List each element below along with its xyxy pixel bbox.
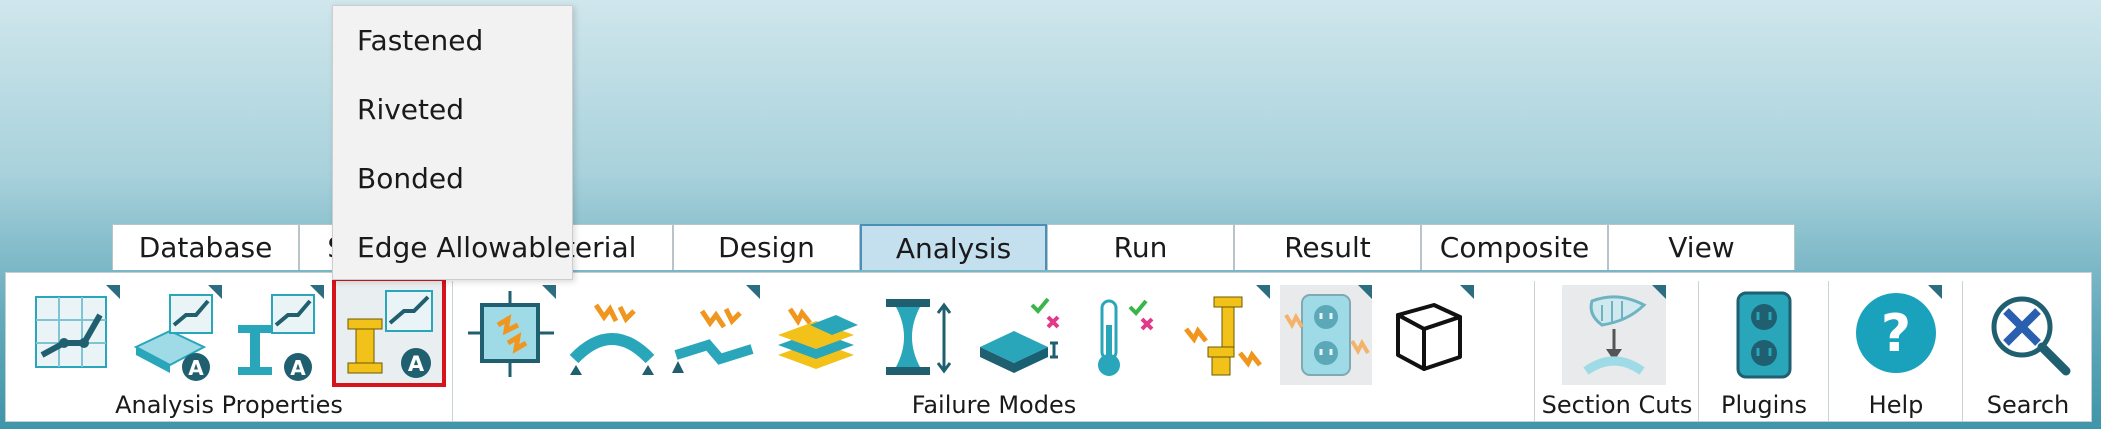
tab-composite[interactable]: Composite	[1421, 224, 1608, 270]
menu-item-bonded[interactable]: Bonded	[357, 162, 464, 195]
svg-text:?: ?	[1881, 304, 1911, 364]
beam-analysis-button[interactable]: A	[232, 285, 324, 385]
joint-failure-button[interactable]	[1178, 285, 1270, 385]
plate-check-button[interactable]	[974, 285, 1066, 385]
tab-analysis[interactable]: Analysis	[860, 224, 1047, 270]
beam-analysis-icon: A	[238, 294, 315, 381]
laminate-icon	[778, 307, 858, 369]
help-button[interactable]: ?	[1850, 285, 1942, 385]
panel-buckling-button[interactable]	[464, 285, 556, 385]
thermal-button[interactable]	[1076, 285, 1168, 385]
tab-result[interactable]: Result	[1234, 224, 1421, 270]
help-icon: ?	[1856, 293, 1936, 373]
search-icon	[1991, 296, 2071, 376]
group-label-plugins: Plugins	[1721, 391, 1807, 419]
group-separator	[1962, 281, 1963, 421]
joint-type-dropdown-menu: Fastened Riveted Bonded Edge Allowable	[332, 5, 573, 280]
curved-panel-icon	[569, 303, 655, 375]
group-label-help: Help	[1868, 391, 1924, 419]
tab-design[interactable]: Design	[673, 224, 860, 270]
group-label-analysis-properties: Analysis Properties	[115, 391, 343, 419]
plug-failure-button[interactable]	[1280, 285, 1372, 385]
group-failure-modes: Failure Modes	[454, 273, 1534, 423]
crippling-icon	[672, 307, 754, 373]
group-label-section-cuts: Section Cuts	[1541, 391, 1693, 419]
joint-failure-icon	[1184, 296, 1262, 376]
tab-run[interactable]: Run	[1047, 224, 1234, 270]
svg-text:A: A	[290, 356, 306, 380]
crippling-button[interactable]	[668, 285, 760, 385]
box-button[interactable]	[1382, 285, 1474, 385]
group-separator	[1534, 281, 1535, 421]
group-label-search: Search	[1986, 391, 2070, 419]
tab-view[interactable]: View	[1608, 224, 1795, 270]
analysis-graph-button[interactable]	[28, 285, 120, 385]
joint-analysis-icon: A	[347, 290, 433, 378]
svg-text:A: A	[188, 356, 204, 380]
plugins-button[interactable]	[1718, 285, 1810, 385]
group-search: Search	[1964, 273, 2092, 423]
laminate-button[interactable]	[770, 285, 862, 385]
panel-buckling-icon	[468, 291, 554, 377]
joint-analysis-button[interactable]: A	[332, 277, 446, 387]
group-separator	[1828, 281, 1829, 421]
column-button[interactable]	[872, 285, 964, 385]
section-cuts-button[interactable]	[1562, 285, 1666, 385]
thermal-icon	[1098, 299, 1154, 376]
section-cuts-icon	[1583, 295, 1647, 375]
group-section-cuts: Section Cuts	[1536, 273, 1698, 423]
tab-database[interactable]: Database	[112, 224, 299, 270]
plugins-icon	[1736, 291, 1792, 379]
group-help: ? Help	[1830, 273, 1962, 423]
group-plugins: Plugins	[1700, 273, 1828, 423]
curved-panel-button[interactable]	[566, 285, 658, 385]
group-separator	[1698, 281, 1699, 421]
box-icon	[1396, 303, 1462, 371]
menu-item-riveted[interactable]: Riveted	[357, 93, 464, 126]
group-analysis-properties: A A A Analysis Properties	[6, 273, 452, 423]
plug-failure-icon	[1284, 294, 1370, 376]
menu-item-fastened[interactable]: Fastened	[357, 24, 483, 57]
panel-analysis-icon: A	[133, 294, 213, 381]
group-label-failure-modes: Failure Modes	[911, 391, 1077, 419]
search-button[interactable]	[1982, 285, 2074, 385]
column-icon	[886, 299, 952, 375]
analysis-graph-icon	[35, 296, 107, 368]
plate-check-icon	[980, 297, 1060, 373]
group-separator	[452, 281, 453, 421]
menu-item-edge-allowable[interactable]: Edge Allowable	[357, 231, 571, 264]
svg-text:A: A	[408, 352, 425, 376]
panel-analysis-button[interactable]: A	[130, 285, 222, 385]
ribbon-panel: A A A Analysis Properties Failure Modes …	[5, 272, 2092, 422]
